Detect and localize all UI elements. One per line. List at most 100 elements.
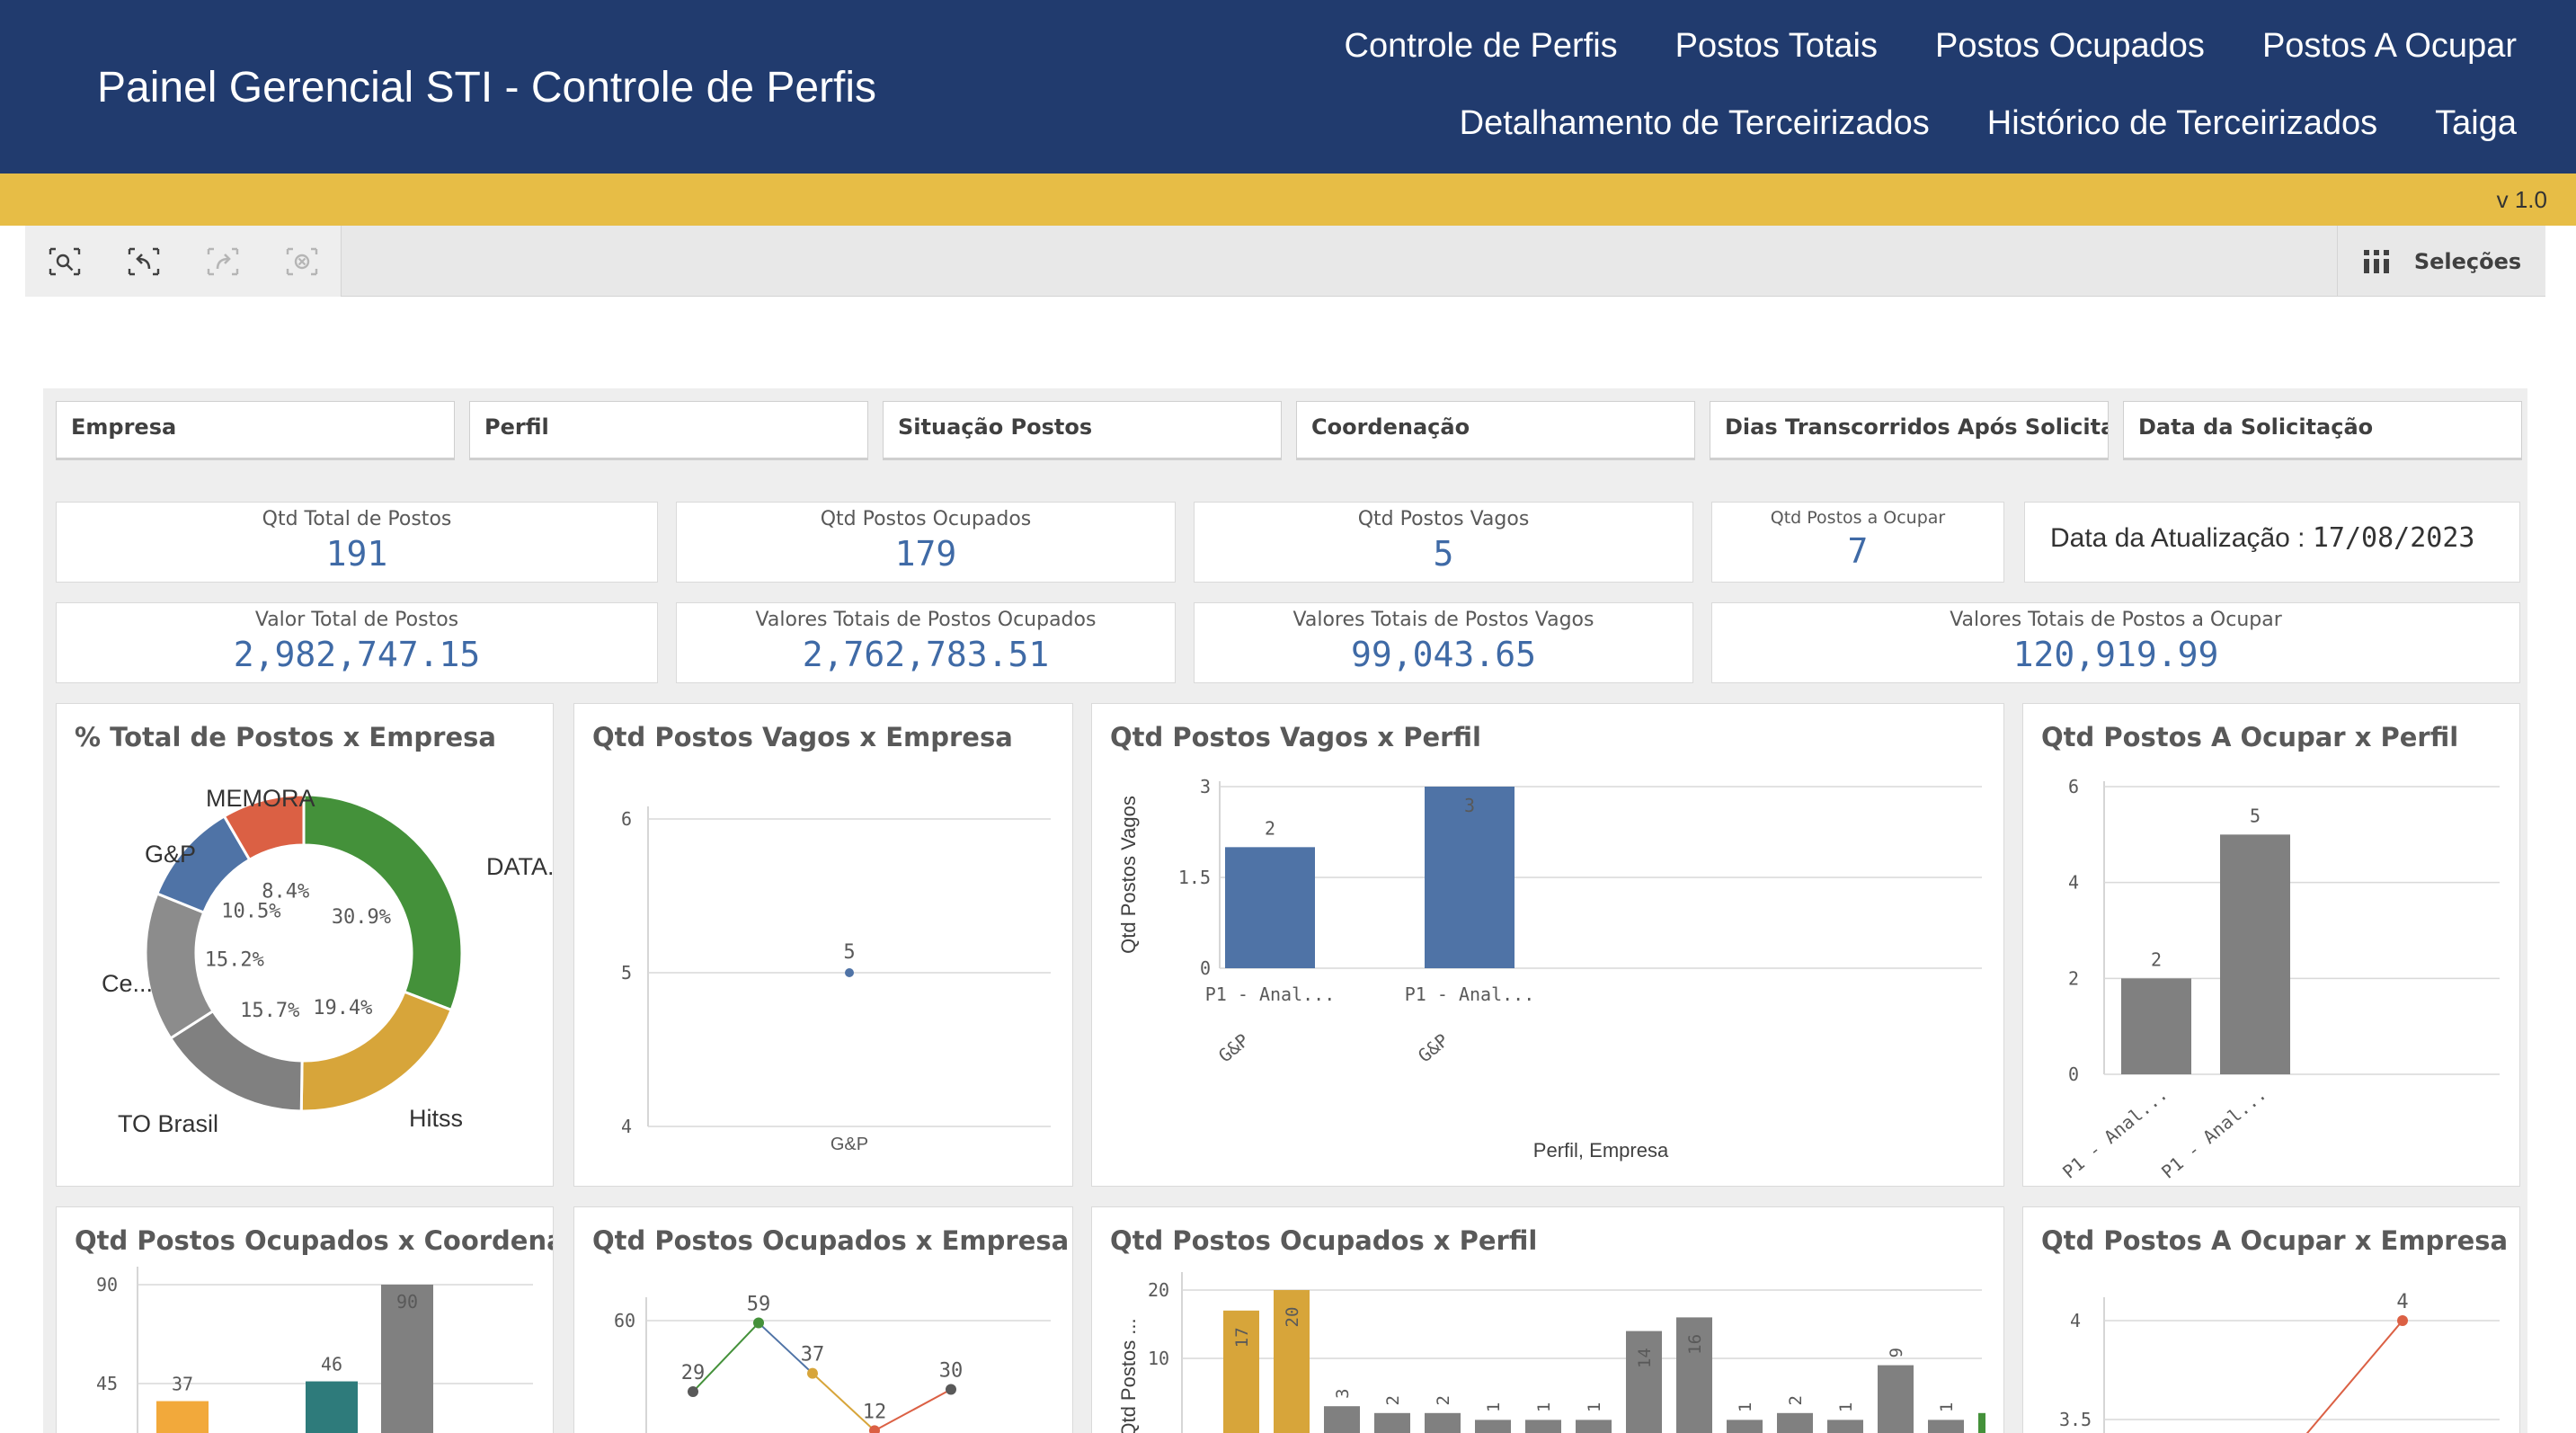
kpi-value: 120,919.99 — [2012, 635, 2219, 674]
filter-empresa[interactable]: Empresa — [56, 401, 455, 460]
bar — [1324, 1406, 1360, 1433]
selections-label: Seleções — [2413, 248, 2522, 274]
data-label: 3 — [1464, 795, 1475, 816]
slice-category-label: TO Brasil — [118, 1110, 218, 1137]
nav-controle-de-perfis[interactable]: Controle de Perfis — [1345, 27, 1618, 66]
data-label: 3 — [1333, 1388, 1353, 1398]
line-chart: 60 29 59 37 12 30 — [614, 1294, 1051, 1433]
slice-percent-label: 8.4% — [262, 880, 309, 903]
chart-ocupados-perfil[interactable]: Qtd Postos Ocupados x Perfil 20 10 Qtd Pos… — [1091, 1206, 2004, 1433]
y-tick-label: 45 — [96, 1373, 118, 1394]
slice-percent-label: 30.9% — [332, 906, 391, 929]
y-axis-label: Qtd Postos Vagos — [1117, 796, 1140, 954]
filter-coordenacao[interactable]: Coordenação — [1296, 401, 1695, 460]
x-axis-label: Perfil, Empresa — [1533, 1139, 1669, 1162]
update-date-box: Data da Atualização : 17/08/2023 — [2024, 502, 2520, 583]
data-point — [2397, 1315, 2408, 1326]
kpi-label: Qtd Postos Ocupados — [820, 508, 1032, 530]
nav-row-bottom: Detalhamento de Terceirizados Histórico … — [1460, 104, 2517, 143]
data-label: 5 — [2250, 805, 2261, 826]
kpi-valor-vagos: Valores Totais de Postos Vagos 99,043.65 — [1194, 602, 1693, 683]
selections-grid-icon — [2363, 249, 2389, 273]
slice-percent-label: 10.5% — [221, 901, 280, 923]
kpi-valor-ocupados: Valores Totais de Postos Ocupados 2,762,… — [676, 602, 1176, 683]
data-label: 46 — [321, 1354, 342, 1375]
data-label: 17 — [1232, 1327, 1252, 1348]
nav-postos-ocupados[interactable]: Postos Ocupados — [1935, 27, 2205, 66]
nav-row-top: Controle de Perfis Postos Totais Postos … — [1345, 27, 2518, 66]
y-axis-label: Qtd Postos ... — [1117, 1318, 1140, 1433]
slice-category-label: MEMORA — [206, 785, 315, 812]
bar-chart: 6 4 2 0 2 P1 - Anal... 5 P1 - Anal... — [2058, 776, 2500, 1183]
y-tick-label: 5 — [621, 962, 632, 984]
selection-toolbar: Seleções — [25, 226, 2545, 297]
bar — [1727, 1420, 1763, 1433]
slice-category-label: Ce... — [102, 970, 153, 997]
bar — [2220, 834, 2290, 1074]
chart-vagos-perfil[interactable]: Qtd Postos Vagos x Perfil 3 1.5 0 Qtd Posto… — [1091, 703, 2004, 1187]
kpi-value: 179 — [894, 534, 957, 574]
bar — [1626, 1331, 1662, 1433]
smart-search-icon[interactable] — [47, 245, 83, 278]
toolbar-tools — [25, 226, 342, 297]
y-tick-label: 3.5 — [2059, 1409, 2092, 1430]
y-tick-label: 4 — [2068, 872, 2079, 894]
data-label: 1 — [1534, 1402, 1554, 1412]
data-label: 2 — [1265, 817, 1275, 839]
y-tick-label: 4 — [621, 1116, 632, 1137]
nav-postos-totais[interactable]: Postos Totais — [1675, 27, 1878, 66]
slice-category-label: G&P — [145, 841, 196, 868]
nav-taiga[interactable]: Taiga — [2435, 104, 2517, 143]
chart-pct-total-empresa[interactable]: % Total de Postos x Empresa 30.9%DATA...… — [56, 703, 554, 1187]
y-tick-label: 20 — [1148, 1279, 1169, 1301]
bar — [1777, 1412, 1813, 1433]
kpi-postos-vagos: Qtd Postos Vagos 5 — [1194, 502, 1693, 583]
filter-data-solicitacao[interactable]: Data da Solicitação — [2123, 401, 2522, 460]
x-tick-label: P1 - Anal... — [1205, 984, 1336, 1005]
y-tick-label: 3 — [1200, 776, 1211, 797]
y-tick-label: 4 — [2070, 1310, 2081, 1331]
nav-detalhamento-terceirizados[interactable]: Detalhamento de Terceirizados — [1460, 104, 1930, 143]
filter-perfil[interactable]: Perfil — [469, 401, 868, 460]
bar-chart: 90 45 37 46 90 — [96, 1267, 533, 1433]
data-label: 16 — [1685, 1334, 1705, 1355]
nav-historico-terceirizados[interactable]: Histórico de Terceirizados — [1987, 104, 2377, 143]
chart-a-ocupar-perfil[interactable]: Qtd Postos A Ocupar x Perfil 6 4 2 0 2 P1 - A… — [2022, 703, 2520, 1187]
app-header: Painel Gerencial STI - Controle de Perfi… — [0, 0, 2576, 174]
kpi-postos-ocupados: Qtd Postos Ocupados 179 — [676, 502, 1176, 583]
step-back-icon[interactable] — [126, 245, 162, 278]
bar — [1878, 1365, 1914, 1433]
kpi-label: Qtd Postos a Ocupar — [1770, 508, 1946, 528]
data-label: 29 — [681, 1362, 706, 1384]
clear-selections-icon[interactable] — [284, 245, 320, 278]
selections-button[interactable]: Seleções — [2337, 226, 2545, 297]
kpi-value: 5 — [1433, 534, 1454, 574]
kpi-label: Valores Totais de Postos Vagos — [1292, 609, 1594, 631]
kpi-value: 191 — [325, 534, 388, 574]
chart-vagos-empresa[interactable]: Qtd Postos Vagos x Empresa 6 5 4 5 G&P — [573, 703, 1073, 1187]
y-tick-label: 0 — [1200, 957, 1211, 979]
y-tick-label: 90 — [96, 1274, 118, 1295]
data-point — [807, 1367, 818, 1379]
data-point — [688, 1386, 698, 1398]
kpi-valor-total: Valor Total de Postos 2,982,747.15 — [56, 602, 658, 683]
data-label: 5 — [843, 941, 855, 964]
x-subtick-label: G&P — [1214, 1029, 1253, 1067]
chart-ocupados-coordenacao[interactable]: Qtd Postos Ocupados x Coordenação 904537… — [56, 1206, 554, 1433]
bar — [1978, 1412, 1985, 1433]
donut-chart: 30.9% DATA... 19.4% Hitss 15.7% TO Brasil 15.2… — [102, 785, 553, 1137]
bar — [1827, 1420, 1863, 1433]
data-label: 2 — [2151, 948, 2162, 970]
data-label: 2 — [1434, 1395, 1453, 1405]
slice-percent-label: 15.2% — [205, 949, 264, 972]
step-forward-icon[interactable] — [205, 245, 241, 278]
data-label: 12 — [863, 1401, 887, 1423]
chart-a-ocupar-empresa[interactable]: Qtd Postos A Ocupar x Empresa 4 3.5 4 — [2022, 1206, 2520, 1433]
filter-situacao-postos[interactable]: Situação Postos — [883, 401, 1282, 460]
chart-ocupados-empresa[interactable]: Qtd Postos Ocupados x Empresa 60 29 59 37 12… — [573, 1206, 1073, 1433]
y-tick-label: 2 — [2068, 967, 2079, 989]
data-point — [845, 968, 854, 977]
nav-postos-a-ocupar[interactable]: Postos A Ocupar — [2262, 27, 2517, 66]
filter-dias-transcorridos[interactable]: Dias Transcorridos Após Solicita... — [1710, 401, 2109, 460]
kpi-total-postos: Qtd Total de Postos 191 — [56, 502, 658, 583]
